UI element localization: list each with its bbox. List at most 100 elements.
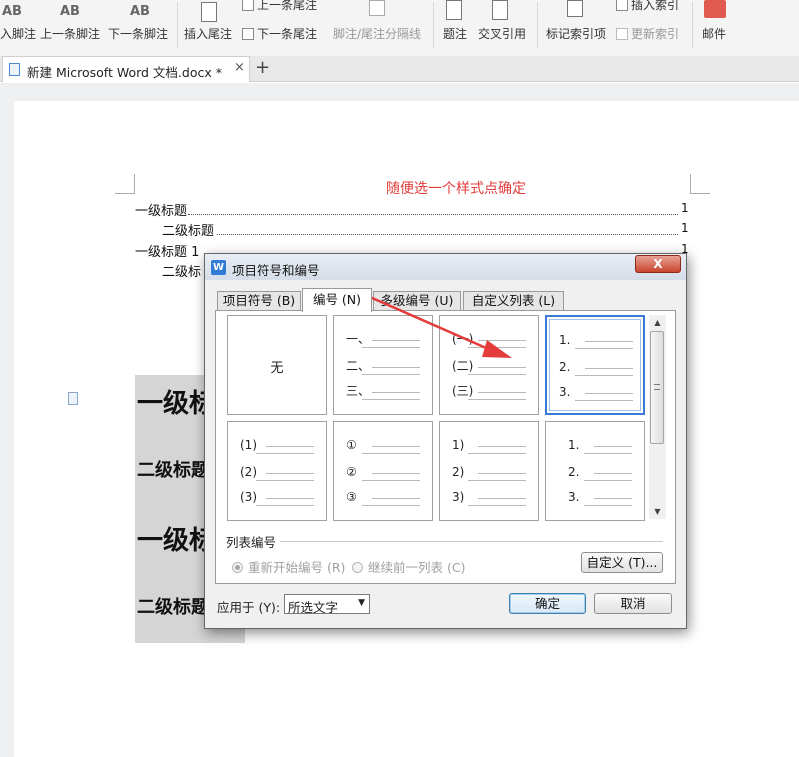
paragraph-layout-icon[interactable]: [68, 392, 78, 405]
ok-button[interactable]: 确定: [509, 593, 586, 614]
numbering-preview-row: 1.: [546, 438, 644, 454]
numbering-preview-line: [468, 374, 526, 375]
numbering-style-arabic-dot[interactable]: 1. 2. 3.: [545, 315, 645, 415]
restart-numbering-label: 重新开始编号 (R): [248, 560, 346, 575]
numbering-preview-row: (二): [440, 359, 538, 375]
toc-entry-level2[interactable]: 二级标: [162, 261, 201, 280]
close-tab-icon[interactable]: ×: [234, 60, 245, 75]
numbering-preview-row: ①: [334, 438, 432, 454]
numbering-preview-line: [468, 399, 526, 400]
new-tab-button[interactable]: +: [255, 57, 270, 78]
numbering-marker: ①: [346, 438, 357, 452]
customize-button[interactable]: 自定义 (T)...: [581, 552, 663, 573]
numbering-preview-row: ③: [334, 490, 432, 506]
mail-icon: [704, 0, 726, 18]
separator-line-button[interactable]: 脚注/尾注分隔线: [333, 0, 425, 50]
numbering-style-arabic-paren[interactable]: (1) (2) (3): [227, 421, 327, 521]
numbering-preview-row: 2): [440, 465, 538, 481]
document-tab-title: 新建 Microsoft Word 文档.docx *: [27, 65, 222, 80]
mail-label: 邮件: [702, 27, 727, 41]
numbering-preview-line: [266, 498, 314, 499]
tab-numbering[interactable]: 编号 (N): [302, 288, 372, 312]
wps-app-icon: W: [211, 260, 226, 275]
numbering-marker: (3): [240, 490, 257, 504]
toc-leader-dots: [217, 234, 678, 235]
numbering-preview-line: [468, 480, 526, 481]
numbering-marker: (三): [452, 384, 474, 398]
numbering-preview-line: [575, 375, 633, 376]
toc-leader-dots: [188, 214, 678, 215]
numbering-preview-line: [362, 453, 420, 454]
numbering-style-arabic-dot-indent[interactable]: 1. 2. 3.: [545, 421, 645, 521]
dialog-close-button[interactable]: X: [635, 255, 681, 273]
tab-custom-list[interactable]: 自定义列表 (L): [463, 291, 564, 311]
numbering-style-arabic-half-paren[interactable]: 1) 2) 3): [439, 421, 539, 521]
numbering-preview-line: [256, 505, 314, 506]
prev-footnote-button[interactable]: AB 上一条脚注: [40, 0, 102, 50]
continue-list-label: 继续前一列表 (C): [368, 560, 466, 575]
toc-entry-level2[interactable]: 二级标题: [162, 220, 214, 239]
caption-button[interactable]: 题注: [442, 0, 470, 50]
ribbon-separator: [433, 2, 434, 48]
tab-bullets[interactable]: 项目符号 (B): [217, 291, 301, 311]
numbering-style-chinese-paren[interactable]: (一) (二) (三): [439, 315, 539, 415]
document-tab[interactable]: 新建 Microsoft Word 文档.docx * ×: [2, 56, 250, 82]
chevron-down-icon: ▼: [358, 598, 365, 608]
apply-to-select[interactable]: 所选文字 ▼: [284, 594, 370, 615]
next-footnote-icon: AB: [130, 4, 150, 19]
cross-reference-icon: [492, 0, 508, 20]
numbering-preview-row: 2.: [546, 465, 644, 481]
numbering-style-chinese-comma[interactable]: 一、 二、 三、: [333, 315, 433, 415]
numbering-preview-row: (三): [440, 384, 538, 400]
scroll-down-icon[interactable]: ▼: [649, 504, 666, 519]
numbering-preview-row: 一、: [334, 332, 432, 348]
numbering-preview-line: [256, 480, 314, 481]
numbering-preview-line: [468, 505, 526, 506]
insert-footnote-button[interactable]: AB 入脚注: [0, 0, 36, 50]
toc-entry-level1[interactable]: 一级标题 1: [135, 241, 199, 260]
caption-label: 题注: [443, 27, 468, 41]
numbering-marker: 1): [452, 438, 465, 452]
numbering-preview-row: (3): [228, 490, 326, 506]
mark-index-button[interactable]: 标记索引项: [545, 0, 607, 50]
numbering-style-circled[interactable]: ① ② ③: [333, 421, 433, 521]
toc-page-number: 1: [681, 221, 689, 235]
caption-icon: [446, 0, 462, 20]
numbering-style-none[interactable]: 无: [227, 315, 327, 415]
numbering-preview-line: [478, 367, 526, 368]
insert-endnote-button[interactable]: 插入尾注: [183, 0, 233, 50]
update-index-button[interactable]: 更新索引: [616, 0, 686, 50]
toc-entry-level1[interactable]: 一级标题: [135, 200, 187, 219]
restart-numbering-radio[interactable]: 重新开始编号 (R): [232, 557, 345, 576]
numbering-none-label: 无: [270, 361, 284, 376]
mail-button[interactable]: 邮件: [698, 0, 732, 50]
margin-corner-marker: [115, 174, 135, 194]
heading-level2[interactable]: 二级标题: [137, 593, 209, 619]
numbering-preview-line: [372, 340, 420, 341]
toc-title[interactable]: 随便选一个样式点确定: [386, 178, 526, 198]
next-endnote-button[interactable]: 下一条尾注: [242, 0, 322, 50]
numbering-preview-row: (一): [440, 332, 538, 348]
cross-reference-button[interactable]: 交叉引用: [478, 0, 528, 50]
numbering-preview-row: 1.: [547, 333, 643, 349]
continue-list-radio[interactable]: 继续前一列表 (C): [352, 557, 465, 576]
numbering-preview-line: [478, 340, 526, 341]
heading-level2[interactable]: 二级标题: [137, 456, 209, 482]
scroll-thumb[interactable]: [650, 331, 664, 444]
document-tab-bar: 新建 Microsoft Word 文档.docx * × +: [0, 56, 799, 82]
cancel-button[interactable]: 取消: [594, 593, 672, 614]
mark-index-icon: [567, 0, 583, 17]
numbering-tab-panel: 无 一、 二、 三、 (一) (二) (三) 1. 2. 3. (1) (2) (3) ① ② ③ 1) 2) 3)…: [215, 310, 676, 584]
scroll-up-icon[interactable]: ▲: [649, 315, 666, 330]
tab-multilevel[interactable]: 多级编号 (U): [373, 291, 461, 311]
numbering-preview-line: [256, 453, 314, 454]
radio-selected-icon: [232, 562, 243, 573]
numbering-marker: (一): [452, 332, 474, 346]
numbering-preview-row: 三、: [334, 384, 432, 400]
dialog-titlebar[interactable]: W 项目符号和编号 X: [205, 254, 686, 280]
next-footnote-button[interactable]: AB 下一条脚注: [108, 0, 170, 50]
style-grid-scrollbar[interactable]: ▲ ▼: [649, 315, 666, 519]
numbering-preview-row: 1): [440, 438, 538, 454]
numbering-preview-row: (2): [228, 465, 326, 481]
numbering-marker: 3): [452, 490, 465, 504]
